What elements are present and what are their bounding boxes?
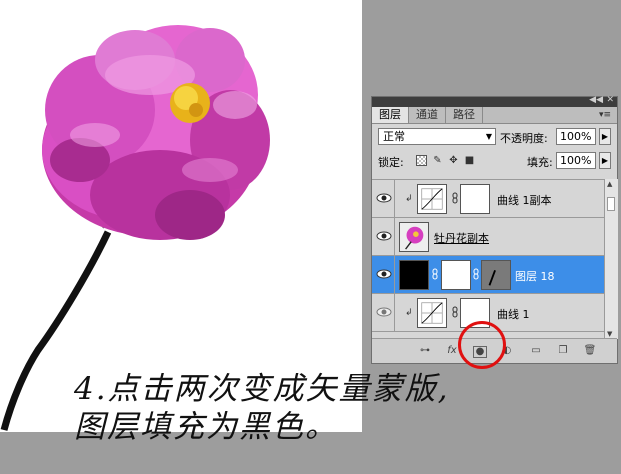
new-layer-icon[interactable]: ❐ bbox=[556, 344, 570, 358]
layer-row-layer-18[interactable]: 图层 18 bbox=[372, 256, 604, 294]
lock-move-icon[interactable]: ✥ bbox=[448, 155, 459, 166]
layer-name: 曲线 1 bbox=[497, 308, 530, 321]
link-chain-icon[interactable] bbox=[432, 268, 438, 280]
trash-icon[interactable]: 🗑 bbox=[583, 344, 597, 358]
vector-mask-thumbnail-icon[interactable] bbox=[481, 260, 511, 290]
lock-all-icon[interactable]: ■ bbox=[464, 155, 475, 166]
curves-thumbnail-icon bbox=[417, 184, 447, 214]
fill-slider-button[interactable]: ▶ bbox=[599, 152, 611, 169]
lock-brush-icon[interactable]: ✎ bbox=[432, 155, 443, 166]
fill-label: 填充: bbox=[527, 156, 553, 169]
peony-flower-image bbox=[0, 25, 270, 431]
layer-row-curves-copy[interactable]: ↲ 曲线 1副本 bbox=[372, 180, 604, 218]
opacity-slider-button[interactable]: ▶ bbox=[599, 128, 611, 145]
blend-mode-select[interactable]: 正常 ▼ bbox=[378, 128, 496, 145]
chevron-down-icon: ▼ bbox=[485, 132, 492, 141]
document-canvas bbox=[0, 0, 362, 432]
blend-mode-value: 正常 bbox=[383, 130, 405, 143]
visibility-eye-icon[interactable] bbox=[376, 304, 392, 320]
layer-name: 曲线 1副本 bbox=[497, 194, 552, 207]
scroll-up-icon[interactable]: ▲ bbox=[607, 180, 612, 188]
close-icon[interactable]: ✕ bbox=[606, 95, 614, 105]
clip-arrow-icon: ↲ bbox=[405, 308, 413, 318]
clip-arrow-icon: ↲ bbox=[405, 194, 413, 204]
tutorial-caption: 4.点击两次变成矢量蒙版, 图层填充为黑色。 bbox=[74, 370, 449, 446]
layer-name: 牡丹花副本 bbox=[434, 232, 489, 245]
link-layers-icon[interactable]: ⊶ bbox=[418, 344, 432, 358]
highlight-circle bbox=[458, 321, 506, 369]
lock-row: 锁定: ✎ ✥ ■ 填充: 100% ▶ bbox=[372, 150, 617, 172]
visibility-eye-icon[interactable] bbox=[376, 266, 392, 282]
curves-thumbnail-icon bbox=[417, 298, 447, 328]
caption-line-1: 4.点击两次变成矢量蒙版, bbox=[74, 371, 450, 407]
visibility-eye-icon[interactable] bbox=[376, 190, 392, 206]
opacity-label: 不透明度: bbox=[500, 132, 548, 145]
link-chain-icon[interactable] bbox=[452, 306, 458, 318]
panel-tabs: 图层 通道 路径 ▾≡ bbox=[372, 107, 617, 124]
tab-paths[interactable]: 路径 bbox=[446, 107, 483, 123]
layers-scrollbar[interactable]: ▲ ▼ bbox=[604, 179, 618, 339]
scroll-down-icon[interactable]: ▼ bbox=[607, 330, 612, 338]
fx-icon[interactable]: fx bbox=[445, 344, 459, 358]
layer-mask-thumbnail[interactable] bbox=[460, 184, 490, 214]
panel-titlebar: ◀◀ ✕ bbox=[372, 95, 617, 107]
new-group-icon[interactable]: ▭ bbox=[529, 344, 543, 358]
panel-menu-icon[interactable]: ▾≡ bbox=[599, 107, 611, 123]
link-chain-icon[interactable] bbox=[452, 192, 458, 204]
layer-name: 图层 18 bbox=[515, 270, 555, 283]
lock-label: 锁定: bbox=[378, 156, 404, 169]
image-thumbnail-icon bbox=[399, 222, 429, 252]
opacity-input[interactable]: 100% bbox=[556, 128, 596, 145]
blend-row: 正常 ▼ 不透明度: 100% ▶ bbox=[372, 124, 617, 150]
caption-line-2: 图层填充为黑色。 bbox=[74, 409, 338, 445]
fill-input[interactable]: 100% bbox=[556, 152, 596, 169]
visibility-eye-icon[interactable] bbox=[376, 228, 392, 244]
collapse-icon[interactable]: ◀◀ bbox=[589, 95, 603, 105]
layer-thumbnail bbox=[399, 260, 429, 290]
link-chain-icon[interactable] bbox=[473, 268, 479, 280]
layers-list: ↲ 曲线 1副本 牡丹花副本 图层 18 ↲ 曲线 1 bbox=[372, 179, 604, 340]
tab-layers[interactable]: 图层 bbox=[372, 107, 409, 123]
tab-channels[interactable]: 通道 bbox=[409, 107, 446, 123]
layer-mask-thumbnail[interactable] bbox=[441, 260, 471, 290]
lock-transparent-icon[interactable] bbox=[416, 155, 427, 166]
layer-row-peony-copy[interactable]: 牡丹花副本 bbox=[372, 218, 604, 256]
scrollbar-thumb[interactable] bbox=[607, 197, 615, 211]
